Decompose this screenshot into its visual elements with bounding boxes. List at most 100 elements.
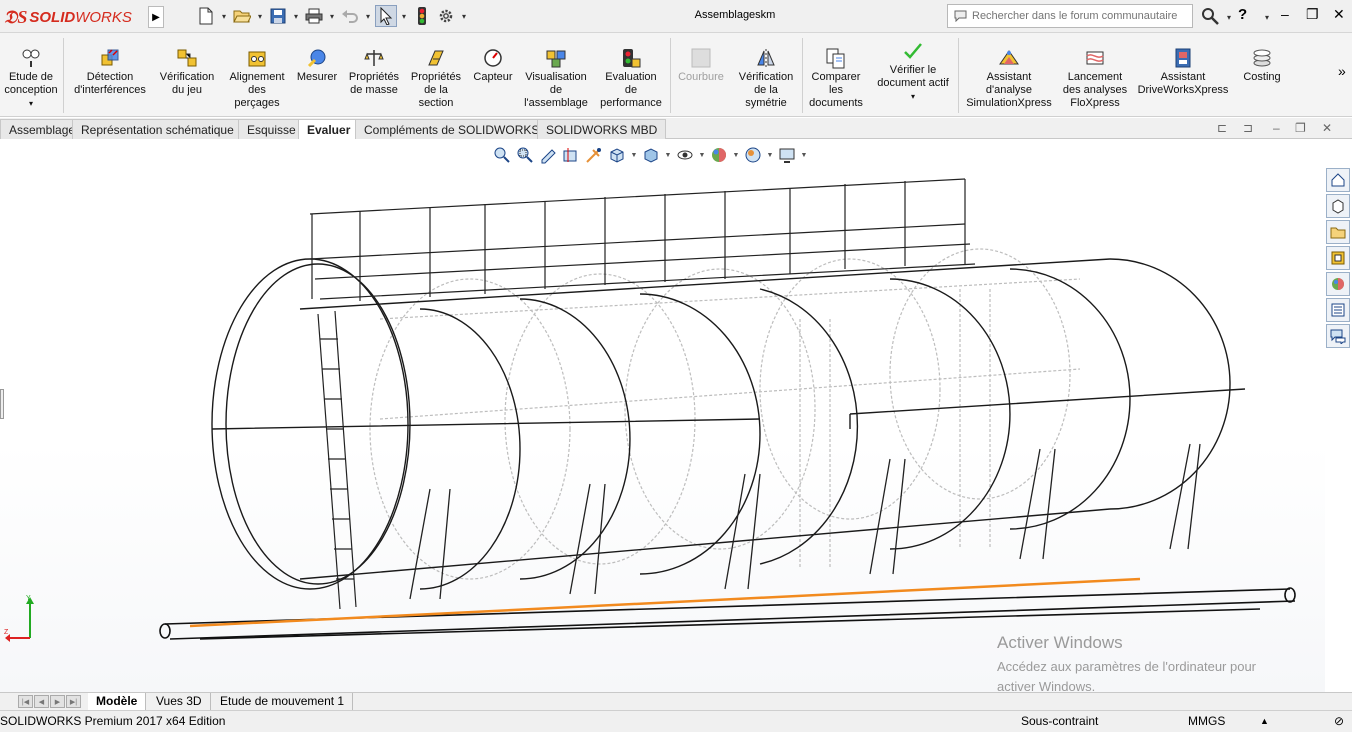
appearances-icon[interactable] <box>1326 272 1350 296</box>
last-tab-icon[interactable]: ▶| <box>66 695 81 708</box>
panel-right-icon[interactable]: ⊐ <box>1243 121 1253 135</box>
save-dropdown[interactable]: ▾ <box>291 5 301 27</box>
close-icon[interactable]: ✕ <box>1333 6 1345 23</box>
more-commands-icon[interactable]: » <box>1338 63 1346 79</box>
floxpress-button[interactable]: Lancement des analyses FloXpress <box>1060 33 1130 117</box>
custom-properties-icon[interactable] <box>1326 298 1350 322</box>
doc-close-icon[interactable]: ✕ <box>1322 121 1332 135</box>
open-icon[interactable] <box>231 5 253 27</box>
new-doc-dropdown[interactable]: ▾ <box>219 5 229 27</box>
resources-icon[interactable] <box>1326 194 1350 218</box>
sensor-button[interactable]: Capteur <box>468 33 518 117</box>
check-doc-button[interactable]: Vérifier le document actif ▾ <box>870 33 956 117</box>
measure-button[interactable]: Mesurer <box>294 33 340 117</box>
separator <box>670 38 671 113</box>
options-dropdown[interactable]: ▾ <box>459 5 469 27</box>
check-doc-icon <box>902 40 924 62</box>
panel-left-icon[interactable]: ⊏ <box>1217 121 1227 135</box>
next-tab-icon[interactable]: ▶ <box>50 695 65 708</box>
help-dropdown[interactable]: ▾ <box>1262 6 1272 28</box>
home-icon[interactable] <box>1326 168 1350 192</box>
driveworks-button[interactable]: Assistant DriveWorksXpress <box>1134 33 1232 117</box>
minimize-icon[interactable]: – <box>1281 6 1289 22</box>
tab-3d-views[interactable]: Vues 3D <box>148 693 211 710</box>
print-dropdown[interactable]: ▾ <box>327 5 337 27</box>
separator <box>802 38 803 113</box>
new-doc-icon[interactable] <box>195 5 217 27</box>
tab-mbd[interactable]: SOLIDWORKS MBD <box>537 119 667 139</box>
mass-properties-button[interactable]: Propriétés de masse <box>344 33 404 117</box>
simulationxpress-button[interactable]: Assistant d'analyse SimulationXpress <box>962 33 1056 117</box>
units-dropdown-icon[interactable]: ▲ <box>1260 716 1269 726</box>
cmd-label: Assistant DriveWorksXpress <box>1137 71 1229 96</box>
assembly-visualization-icon <box>545 47 567 69</box>
print-icon[interactable] <box>303 5 325 27</box>
command-tabs: Assemblage Représentation schématique Es… <box>0 118 1352 139</box>
feature-tree-toggle[interactable] <box>0 389 4 419</box>
tab-schematic[interactable]: Représentation schématique <box>72 119 243 139</box>
symmetry-button[interactable]: Vérification de la symétrie <box>732 33 800 117</box>
search-icon[interactable] <box>1196 4 1224 28</box>
tab-esquisse[interactable]: Esquisse <box>238 119 305 139</box>
assembly-visualization-button[interactable]: Visualisation de l'assemblage <box>520 33 592 117</box>
doc-restore-icon[interactable]: ❐ <box>1295 121 1306 135</box>
file-explorer-icon[interactable] <box>1326 246 1350 270</box>
restore-icon[interactable]: ❐ <box>1306 6 1319 23</box>
model-tabs: |◀ ◀ ▶ ▶| Modèle Vues 3D Etude de mouvem… <box>0 692 1352 710</box>
status-edition: SOLIDWORKS Premium 2017 x64 Edition <box>0 714 226 728</box>
compare-button[interactable]: Comparer les documents <box>806 33 866 117</box>
options-gear-icon[interactable] <box>435 5 457 27</box>
tab-complements[interactable]: Compléments de SOLIDWORKS <box>355 119 549 139</box>
clearance-button[interactable]: Vérification du jeu <box>154 33 220 117</box>
design-study-icon <box>20 47 42 69</box>
select-icon[interactable] <box>375 5 397 27</box>
compare-icon <box>825 47 847 69</box>
ds-logo-icon: 𝔇S <box>4 6 28 27</box>
costing-button[interactable]: Costing <box>1236 33 1288 117</box>
simulationxpress-icon <box>998 47 1020 69</box>
open-dropdown[interactable]: ▾ <box>255 5 265 27</box>
mass-properties-icon <box>363 47 385 69</box>
first-tab-icon[interactable]: |◀ <box>18 695 33 708</box>
performance-button[interactable]: Evaluation de performance <box>596 33 666 117</box>
doc-minimize-icon[interactable]: – <box>1273 121 1280 135</box>
help-icon[interactable]: ? <box>1238 6 1247 23</box>
graphics-area[interactable]: ▼ ▼ ▼ ▼ ▼ ▼ Y Z <box>0 139 1325 692</box>
platform-railing <box>309 178 976 301</box>
design-library-icon[interactable] <box>1326 220 1350 244</box>
search-input[interactable] <box>972 10 1182 22</box>
separator <box>63 38 64 113</box>
performance-icon <box>620 47 642 69</box>
prev-tab-icon[interactable]: ◀ <box>34 695 49 708</box>
hole-alignment-button[interactable]: Alignement des perçages <box>222 33 292 117</box>
tab-evaluer[interactable]: Evaluer <box>298 119 360 139</box>
cmd-label: Etude de conception <box>4 71 58 96</box>
assembly-model[interactable] <box>0 139 1325 692</box>
forum-icon[interactable] <box>1326 324 1350 348</box>
interference-button[interactable]: Détection d'interférences <box>68 33 152 117</box>
solidworks-logo[interactable]: 𝔇S SOLIDWORKS <box>4 4 144 30</box>
tank-body <box>211 258 1246 590</box>
section-properties-button[interactable]: Propriétés de la section <box>406 33 466 117</box>
curvature-button[interactable]: Courbure <box>673 33 729 117</box>
search-box <box>947 4 1193 28</box>
search-dropdown[interactable]: ▾ <box>1224 6 1234 28</box>
title-bar: 𝔇S SOLIDWORKS ▶ ▾ ▾ ▾ ▾ ▾ ▾ ▾ Assemblage… <box>0 0 1352 33</box>
ladder <box>317 310 357 610</box>
chevron-down-icon: ▾ <box>910 92 915 101</box>
separator <box>958 38 959 113</box>
cmd-label: Propriétés de masse <box>348 71 400 96</box>
tab-model[interactable]: Modèle <box>88 693 147 710</box>
select-dropdown[interactable]: ▾ <box>399 5 409 27</box>
save-icon[interactable] <box>267 5 289 27</box>
menu-expand-button[interactable]: ▶ <box>148 6 164 28</box>
resize-grip-icon[interactable]: ⊘ <box>1334 714 1344 728</box>
design-study-button[interactable]: Etude de conception ▾ <box>2 33 60 117</box>
undo-dropdown[interactable]: ▾ <box>363 5 373 27</box>
tab-motion-study[interactable]: Etude de mouvement 1 <box>212 693 354 710</box>
undo-icon[interactable] <box>339 5 361 27</box>
traffic-light-icon[interactable] <box>411 5 433 27</box>
quick-access-toolbar: ▾ ▾ ▾ ▾ ▾ ▾ ▾ <box>195 5 469 27</box>
task-pane <box>1325 166 1352 348</box>
status-units[interactable]: MMGS <box>1188 714 1225 728</box>
